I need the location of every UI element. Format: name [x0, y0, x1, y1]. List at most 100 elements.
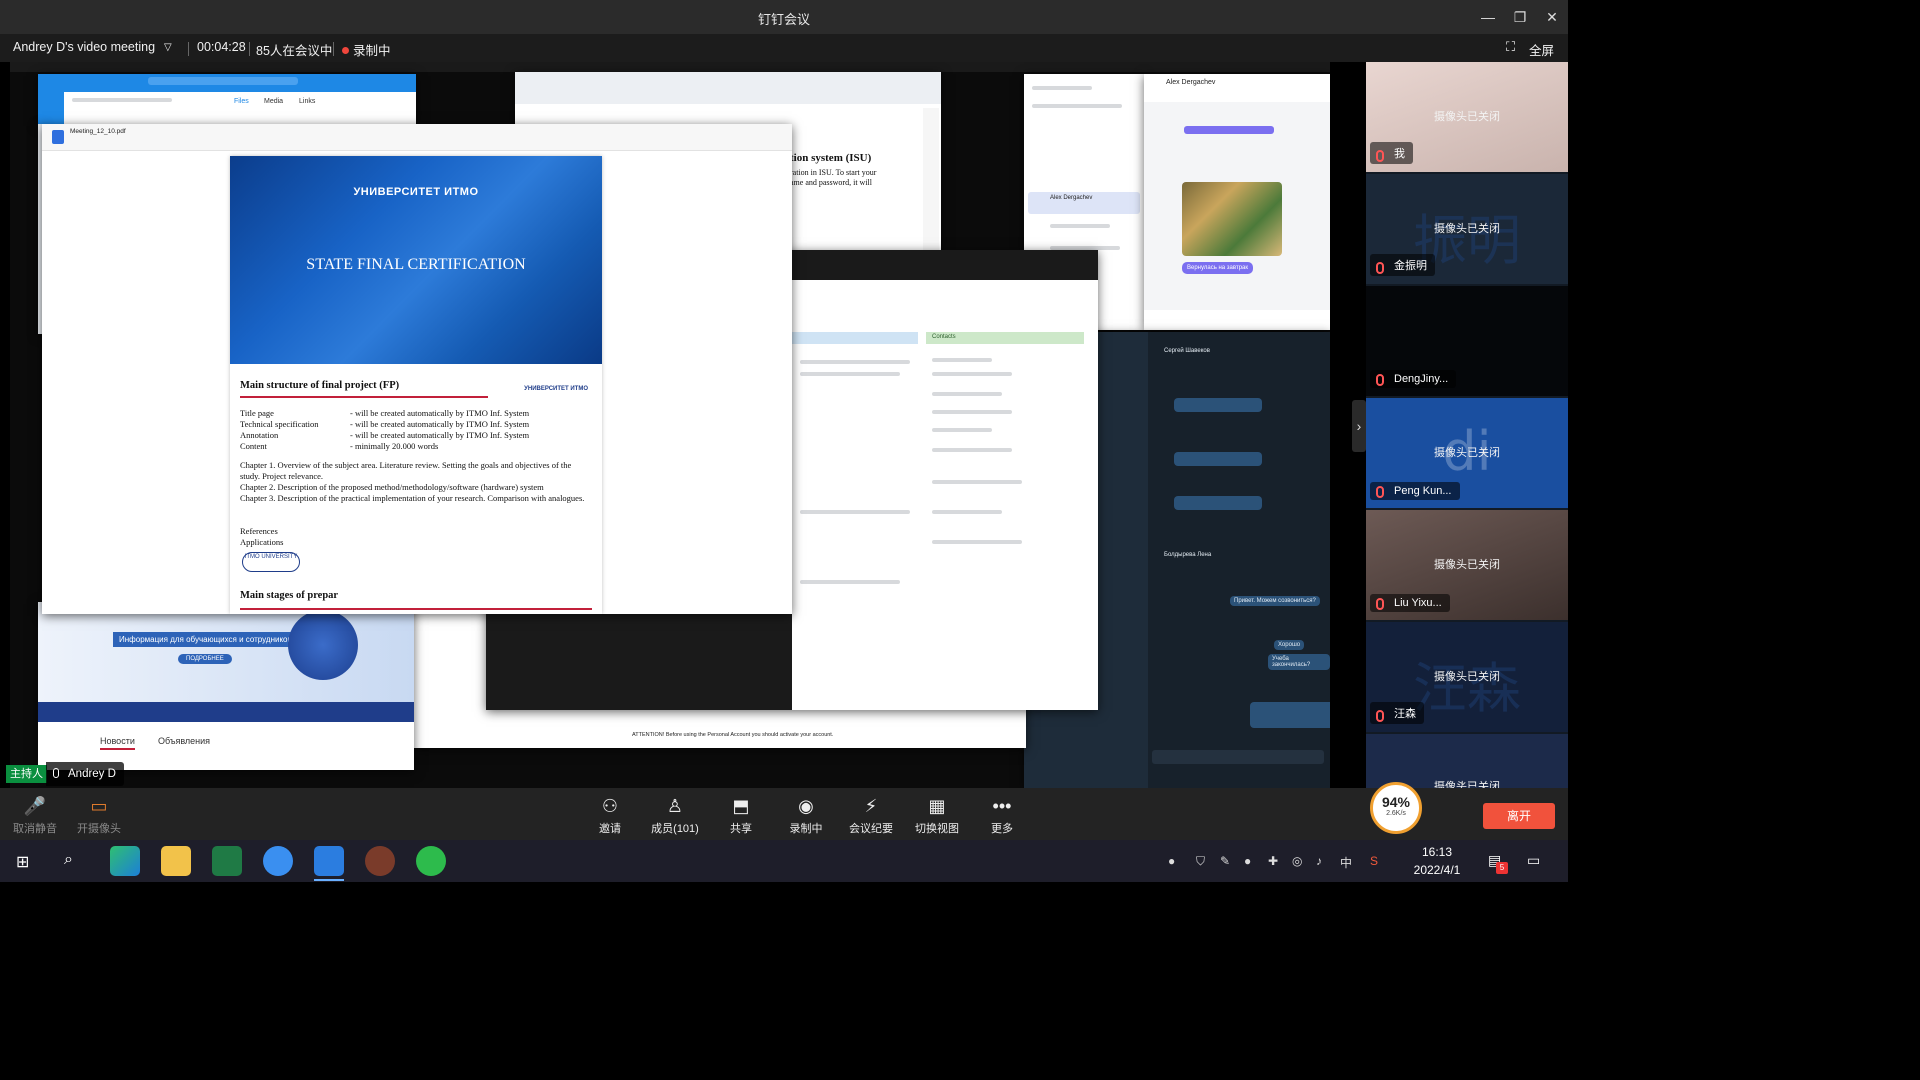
switch-view-button[interactable]: ▦ 切换视图 [902, 788, 972, 840]
file-explorer-icon[interactable] [161, 846, 191, 876]
news-header [792, 332, 918, 344]
collapse-panel-button[interactable]: › [1352, 400, 1366, 452]
attendee-count[interactable]: 85人在会议中 [256, 40, 332, 59]
tray-dingtalk-icon[interactable]: ● [1244, 854, 1251, 868]
tray-red-icon[interactable]: S [1370, 854, 1378, 868]
mic-muted-icon: 🎤 [23, 796, 47, 816]
dingtalk-icon[interactable] [263, 846, 293, 876]
dark-message-1: Привет. Можем созвониться? [1230, 596, 1320, 606]
unmute-label: 取消静音 [13, 823, 57, 835]
tray-wechat-icon[interactable]: ● [1168, 854, 1175, 868]
photo-message[interactable] [1182, 182, 1282, 256]
notification-count: 5 [1496, 862, 1508, 874]
meeting-control-bar: 🎤 取消静音 ▭ 开摄像头 ⚇ 邀请 ♙ 成员(101) ⬒ 共享 ◉ 录制中 … [0, 788, 1568, 840]
action-center-icon[interactable]: ▭ [1527, 852, 1540, 869]
members-label: 成员(101) [651, 823, 699, 835]
isu-side-tools [923, 108, 939, 252]
chat-title: Alex Dergachev [1166, 79, 1216, 86]
network-icon[interactable]: ◎ [1292, 854, 1302, 868]
record-button[interactable]: ◉ 录制中 [771, 788, 841, 840]
pdf-header: Meeting_12_10.pdf [42, 124, 792, 151]
invite-label: 邀请 [599, 823, 621, 835]
contacts-label: Contacts [932, 334, 956, 340]
switch-view-label: 切换视图 [915, 823, 959, 835]
participant-tile[interactable]: 摄像头已关闭 我 [1366, 62, 1568, 172]
dark-chat-title: Сергей Шавеков [1164, 348, 1210, 354]
chevron-down-icon[interactable]: ▽ [164, 42, 172, 53]
covid-banner-area: Информация для обучающихся и сотрудников… [38, 602, 414, 702]
more-button[interactable]: ••• 更多 [967, 788, 1037, 840]
meeting-name[interactable]: Andrey D's video meeting [13, 40, 155, 54]
windows-taskbar: ⊞ ⌕ ● ⛉ ✎ ● ✚ ◎ ♪ 中 S 16:13 2022/4/1 ▤ 5… [0, 840, 1568, 882]
record-label: 录制中 [789, 823, 823, 835]
tray-app-icon[interactable]: ✚ [1268, 854, 1278, 868]
minutes-icon: ⚡ [864, 796, 878, 816]
network-quality-gauge[interactable]: 94% 2.6K/s [1370, 782, 1422, 834]
invite-button[interactable]: ⚇ 邀请 [575, 788, 645, 840]
tray-shield-icon[interactable]: ⛉ [1196, 854, 1205, 869]
participant-tile[interactable]: 摄像头已关闭 ⌄ [1366, 734, 1568, 788]
camera-label: 开摄像头 [77, 823, 121, 835]
meeting-duration: 00:04:28 [197, 40, 246, 54]
applications: Applications [240, 537, 284, 547]
share-label: 共享 [730, 823, 752, 835]
isu-toolbar [515, 72, 941, 104]
dingtalk-meeting-icon[interactable] [314, 846, 344, 876]
participant-tile[interactable]: 摄像头已关闭 Liu Yixu... [1366, 510, 1568, 620]
fullscreen-icon[interactable]: ⛶ [1506, 39, 1515, 55]
mic-muted-icon [1376, 598, 1384, 610]
meeting-info-bar: Andrey D's video meeting ▽ 00:04:28 85人在… [0, 34, 1568, 62]
share-button[interactable]: ⬒ 共享 [706, 788, 776, 840]
minimize-icon[interactable]: — [1476, 6, 1500, 28]
covid-more-button[interactable]: ПОДРОБНЕЕ [178, 654, 232, 664]
photo-caption: Вернулась на завтрак [1182, 262, 1253, 274]
volume-icon[interactable]: ♪ [1316, 854, 1322, 868]
title-bar: 钉钉会议 — ❐ ✕ [0, 0, 1568, 34]
wechat-icon[interactable] [416, 846, 446, 876]
pdf-viewer-window: Meeting_12_10.pdf УНИВЕРСИТЕТ ИТМО STATE… [42, 124, 792, 614]
covid-banner[interactable]: Информация для обучающихся и сотрудников [113, 632, 298, 647]
dark-message-input[interactable] [1152, 750, 1324, 764]
recording-indicator: 录制中 [342, 40, 391, 59]
participant-tile[interactable]: di 摄像头已关闭 Peng Kun... [1366, 398, 1568, 508]
ime-icon[interactable]: 中 [1340, 854, 1352, 871]
tab-ads[interactable]: Объявления [158, 736, 210, 746]
row-label: Annotation [240, 430, 279, 440]
clock-time[interactable]: 16:13 [1414, 845, 1460, 859]
slide-title-text: STATE FINAL CERTIFICATION [306, 256, 526, 273]
close-icon[interactable]: ✕ [1540, 6, 1564, 28]
pdf-page: УНИВЕРСИТЕТ ИТМО STATE FINAL CERTIFICATI… [230, 156, 602, 614]
unmute-button[interactable]: 🎤 取消静音 [0, 788, 70, 840]
participant-tile[interactable]: 振明 摄像头已关闭 金振明 [1366, 174, 1568, 284]
chat-header: Files Media Links [64, 92, 416, 124]
chevron-down-icon[interactable]: ⌄ [1458, 774, 1468, 788]
chat-item-active[interactable]: Alex Dergachev [1028, 192, 1140, 214]
minutes-label: 会议纪要 [849, 823, 893, 835]
tray-pen-icon[interactable]: ✎ [1220, 854, 1230, 868]
minutes-button[interactable]: ⚡ 会议纪要 [836, 788, 906, 840]
avatar-app-icon[interactable] [365, 846, 395, 876]
camera-off-text: 摄像头已关闭 [1434, 671, 1500, 683]
participant-tile[interactable]: 汪森 摄像头已关闭 汪森 [1366, 622, 1568, 732]
clock-date[interactable]: 2022/4/1 [1404, 863, 1470, 877]
search-bar [148, 77, 298, 85]
slide2-brand: УНИВЕРСИТЕТ ИТМО [524, 386, 588, 392]
windows-start-icon[interactable]: ⊞ [16, 852, 29, 872]
row-label: Title page [240, 408, 274, 418]
telegram-chat-window: Alex Dergachev Вернулась на завтрак [1144, 74, 1330, 330]
row-value: - will be created automatically by ITMO … [350, 408, 530, 418]
participant-tile[interactable]: DengJiny... [1366, 286, 1568, 396]
edge-icon[interactable] [110, 846, 140, 876]
leave-button[interactable]: 离开 [1483, 803, 1555, 829]
network-quality: 94% [1381, 794, 1411, 810]
camera-button[interactable]: ▭ 开摄像头 [64, 788, 134, 840]
members-button[interactable]: ♙ 成员(101) [640, 788, 710, 840]
tab-news[interactable]: Новости [100, 736, 135, 750]
message-input[interactable] [1144, 310, 1330, 330]
restore-icon[interactable]: ❐ [1508, 6, 1532, 28]
app-title: 钉钉会议 [757, 12, 810, 27]
excel-icon[interactable] [212, 846, 242, 876]
search-icon[interactable]: ⌕ [64, 851, 73, 869]
host-label: Andrey D [46, 762, 124, 786]
fullscreen-button[interactable]: 全屏 [1529, 40, 1554, 59]
